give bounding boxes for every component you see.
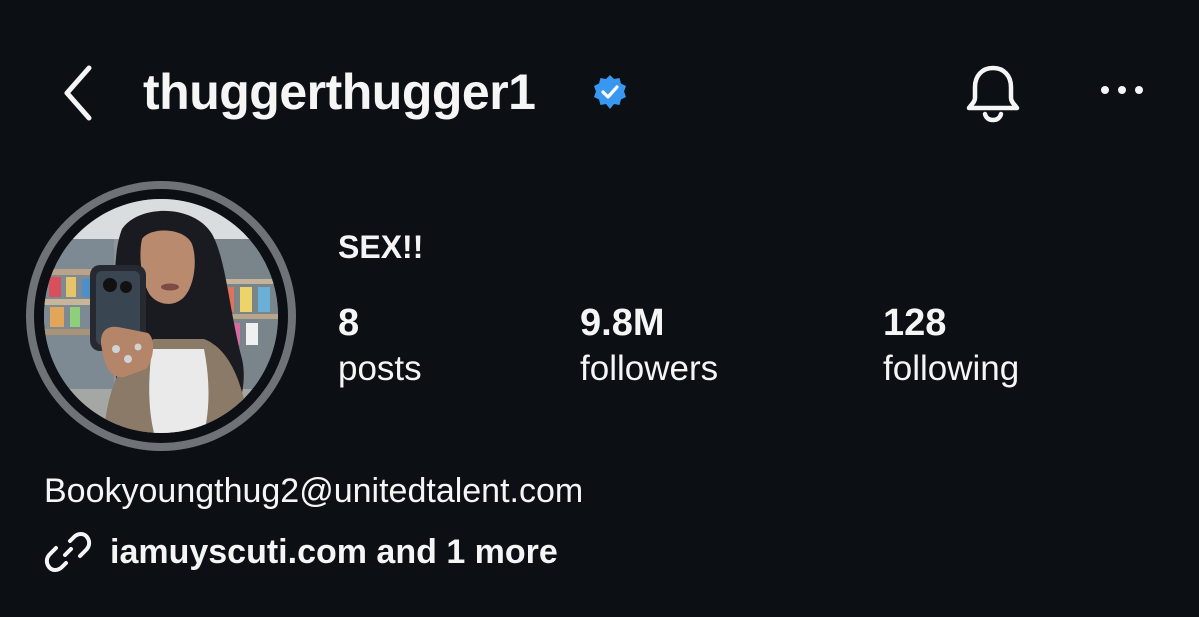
posts-count: 8 [338,302,360,344]
bio-email: Bookyoungthug2@unitedtalent.com [44,472,584,510]
link-icon [44,532,92,572]
profile-display-name: SEX!! [338,229,424,265]
posts-label: posts [338,349,422,388]
following-label: following [883,349,1020,388]
avatar-photo [44,199,278,433]
bio-link-text: iamuyscuti.com and 1 more [110,533,558,571]
back-button[interactable] [52,58,102,128]
followers-label: followers [580,349,719,388]
following-count: 128 [883,302,947,344]
verified-badge-icon [592,74,628,110]
more-horizontal-icon [1101,86,1143,94]
profile-username: thuggerthugger1 [143,64,536,120]
bell-icon [966,65,1020,123]
followers-count: 9.8M [580,302,665,344]
bio-link[interactable]: iamuyscuti.com and 1 more [44,528,558,576]
followers-stat[interactable]: 9.8M followers [580,300,718,392]
notifications-button[interactable] [958,58,1028,128]
posts-stat[interactable]: 8 posts [338,300,422,392]
more-options-button[interactable] [1092,68,1152,112]
following-stat[interactable]: 128 following [883,300,1019,392]
profile-avatar[interactable] [26,181,296,451]
chevron-left-icon [64,65,92,121]
